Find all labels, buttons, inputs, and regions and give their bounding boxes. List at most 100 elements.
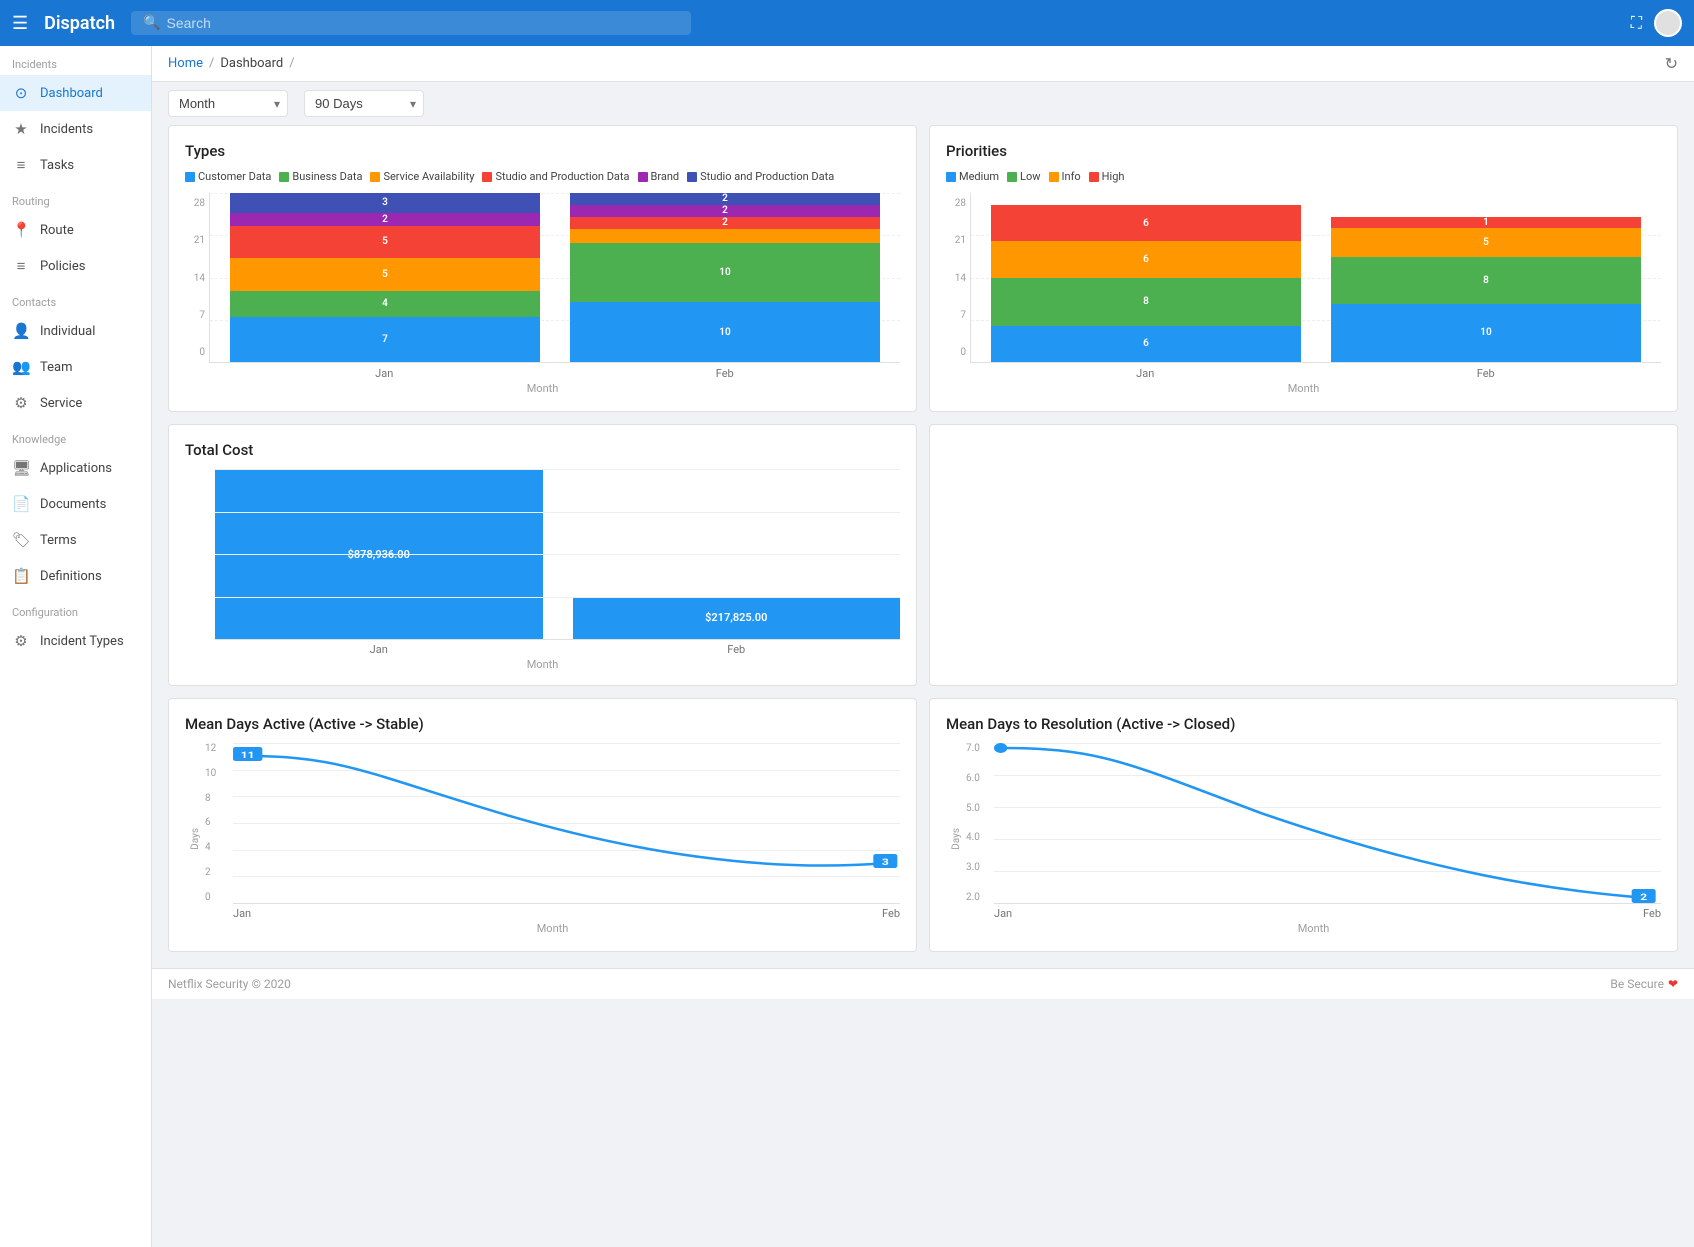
- sidebar-label-dashboard: Dashboard: [40, 86, 103, 101]
- legend-item-brand: Brand: [638, 170, 680, 183]
- definitions-icon: 📋: [12, 567, 30, 585]
- legend-item-business: Business Data: [279, 170, 362, 183]
- sidebar-label-policies: Policies: [40, 259, 85, 274]
- hamburger-icon[interactable]: ☰: [12, 13, 28, 34]
- sidebar-section-contacts: Contacts 👤 Individual 👥 Team ⚙ Service: [0, 284, 151, 421]
- applications-icon: 🖥: [12, 459, 30, 477]
- mean-days-resolution-chart-area: Days 7.06.05.04.03.02.0: [946, 743, 1661, 935]
- mean-active-x-label: Month: [205, 922, 900, 935]
- sidebar-item-policies[interactable]: ≡ Policies: [0, 248, 151, 284]
- mean-active-start-label: Jan: [233, 907, 251, 920]
- total-cost-chart-card: Total Cost $878,936.00: [168, 424, 917, 686]
- mean-active-y-label: Days: [190, 828, 201, 850]
- mean-resolution-y-label: Days: [951, 828, 962, 850]
- legend-item-studio2: Studio and Production Data: [687, 170, 834, 183]
- priorities-chart-card: Priorities Medium Low Info: [929, 125, 1678, 412]
- section-label-routing: Routing: [0, 183, 151, 212]
- be-secure-text: Be Secure: [1610, 977, 1664, 991]
- total-cost-title: Total Cost: [185, 441, 900, 459]
- dashboard-icon: ⊙: [12, 84, 30, 102]
- total-cost-chart-area: $878,936.00 $217,825.00 Jan Feb Month: [185, 469, 900, 669]
- heart-icon: ❤: [1668, 977, 1678, 991]
- priorities-chart-area: 07142128 6: [946, 193, 1661, 395]
- sidebar-item-tasks[interactable]: ≡ Tasks: [0, 147, 151, 183]
- sidebar: Incidents ⊙ Dashboard ★ Incidents ≡ Task…: [0, 46, 152, 1247]
- sidebar-item-incidents[interactable]: ★ Incidents: [0, 111, 151, 147]
- period-filter[interactable]: Month Week Day: [168, 90, 288, 117]
- sidebar-item-documents[interactable]: 📄 Documents: [0, 486, 151, 522]
- sidebar-item-incident-types[interactable]: ⚙ Incident Types: [0, 623, 151, 659]
- mean-days-active-chart-area: Days: [185, 743, 900, 935]
- mean-active-end-label: Feb: [882, 907, 900, 920]
- svg-text:3: 3: [882, 857, 889, 868]
- main-content: Home / Dashboard / ↻ Month Week Day 90 D…: [152, 46, 1694, 1247]
- sidebar-item-definitions[interactable]: 📋 Definitions: [0, 558, 151, 594]
- sidebar-section-routing: Routing 📍 Route ≡ Policies: [0, 183, 151, 284]
- svg-text:11: 11: [241, 750, 255, 761]
- types-chart-area: 07142128: [185, 193, 900, 395]
- empty-chart-card: [929, 424, 1678, 686]
- types-legend: Customer Data Business Data Service Avai…: [185, 170, 900, 183]
- sidebar-label-service: Service: [40, 396, 82, 411]
- mean-resolution-start-label: Jan: [994, 907, 1012, 920]
- mean-resolution-x-label: Month: [966, 922, 1661, 935]
- mean-days-active-title: Mean Days Active (Active -> Stable): [185, 715, 900, 733]
- section-label-configuration: Configuration: [0, 594, 151, 623]
- sidebar-item-service[interactable]: ⚙ Service: [0, 385, 151, 421]
- sidebar-item-route[interactable]: 📍 Route: [0, 212, 151, 248]
- sidebar-section-knowledge: Knowledge 🖥 Applications 📄 Documents 🏷 T…: [0, 421, 151, 594]
- breadcrumb-sep2: /: [289, 56, 294, 71]
- cost-x-label: Month: [185, 658, 900, 671]
- mean-resolution-line-svg: 2: [994, 743, 1661, 903]
- sidebar-item-team[interactable]: 👥 Team: [0, 349, 151, 385]
- sidebar-label-applications: Applications: [40, 461, 112, 476]
- breadcrumb-home[interactable]: Home: [168, 56, 203, 71]
- dashboard-grid: Types Customer Data Business Data Servic…: [152, 125, 1694, 968]
- sidebar-item-terms[interactable]: 🏷 Terms: [0, 522, 151, 558]
- refresh-icon[interactable]: ↻: [1665, 54, 1678, 73]
- search-icon: 🔍: [143, 15, 160, 31]
- filter-bar: Month Week Day 90 Days 30 Days 7 Days: [152, 82, 1694, 125]
- legend-item-service: Service Availability: [370, 170, 474, 183]
- layout: Incidents ⊙ Dashboard ★ Incidents ≡ Task…: [0, 46, 1694, 1247]
- breadcrumb-current: Dashboard: [220, 56, 283, 71]
- search-box: 🔍: [131, 11, 691, 35]
- sidebar-label-definitions: Definitions: [40, 569, 102, 584]
- sidebar-item-individual[interactable]: 👤 Individual: [0, 313, 151, 349]
- mean-active-line-svg: 11 3: [233, 743, 900, 903]
- sidebar-item-dashboard[interactable]: ⊙ Dashboard: [0, 75, 151, 111]
- search-input[interactable]: [167, 15, 680, 31]
- topbar: ☰ Dispatch 🔍 ⛶: [0, 0, 1694, 46]
- mean-days-active-card: Mean Days Active (Active -> Stable) Days: [168, 698, 917, 952]
- service-icon: ⚙: [12, 394, 30, 412]
- sidebar-item-applications[interactable]: 🖥 Applications: [0, 450, 151, 486]
- mean-days-resolution-title: Mean Days to Resolution (Active -> Close…: [946, 715, 1661, 733]
- documents-icon: 📄: [12, 495, 30, 513]
- priorities-chart-title: Priorities: [946, 142, 1661, 160]
- types-x-label: Month: [185, 382, 900, 395]
- sidebar-label-individual: Individual: [40, 324, 95, 339]
- footer: Netflix Security © 2020 Be Secure ❤: [152, 968, 1694, 999]
- breadcrumb-bar: Home / Dashboard / ↻: [152, 46, 1694, 82]
- svg-text:2: 2: [1640, 892, 1647, 903]
- policies-icon: ≡: [12, 257, 30, 275]
- team-icon: 👥: [12, 358, 30, 376]
- period-filter-wrap: Month Week Day: [168, 90, 288, 117]
- topbar-right: ⛶: [1631, 9, 1682, 37]
- sidebar-section-configuration: Configuration ⚙ Incident Types: [0, 594, 151, 659]
- priorities-x-label: Month: [946, 382, 1661, 395]
- individual-icon: 👤: [12, 322, 30, 340]
- mean-resolution-end-label: Feb: [1643, 907, 1661, 920]
- incident-types-icon: ⚙: [12, 632, 30, 650]
- range-filter[interactable]: 90 Days 30 Days 7 Days: [304, 90, 424, 117]
- avatar[interactable]: [1654, 9, 1682, 37]
- sidebar-label-documents: Documents: [40, 497, 106, 512]
- legend-item-customer: Customer Data: [185, 170, 271, 183]
- sidebar-label-tasks: Tasks: [40, 158, 74, 173]
- fullscreen-icon[interactable]: ⛶: [1631, 13, 1642, 33]
- range-filter-wrap: 90 Days 30 Days 7 Days: [304, 90, 424, 117]
- legend-high: High: [1089, 170, 1125, 183]
- legend-low: Low: [1007, 170, 1040, 183]
- section-label-knowledge: Knowledge: [0, 421, 151, 450]
- types-chart-card: Types Customer Data Business Data Servic…: [168, 125, 917, 412]
